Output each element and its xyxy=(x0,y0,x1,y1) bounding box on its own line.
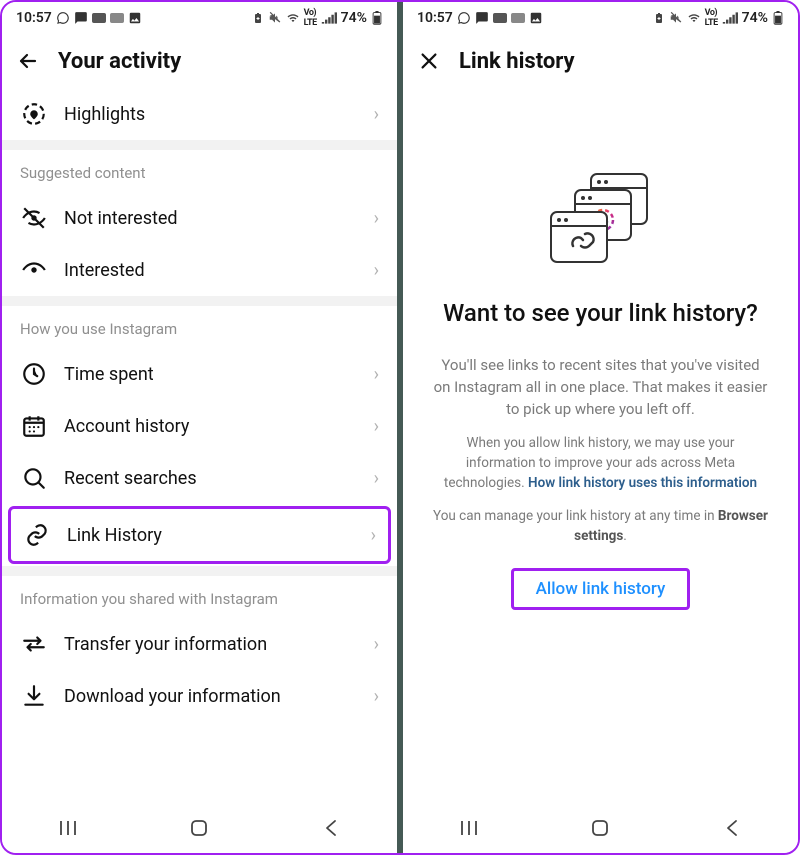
row-time-spent[interactable]: Time spent › xyxy=(2,348,397,400)
row-label: Account history xyxy=(64,416,358,437)
chevron-right-icon: › xyxy=(374,260,379,281)
row-label: Not interested xyxy=(64,208,358,229)
mute-icon xyxy=(268,11,282,25)
download-icon xyxy=(20,682,48,710)
battery-saver-icon xyxy=(653,12,665,24)
status-box-icon xyxy=(92,13,106,23)
chevron-right-icon: › xyxy=(371,525,376,546)
nav-back[interactable] xyxy=(720,816,744,840)
row-download-info[interactable]: Download your information › xyxy=(2,670,397,722)
row-highlights[interactable]: Highlights › xyxy=(2,88,397,140)
highlights-icon xyxy=(20,100,48,128)
chevron-right-icon: › xyxy=(374,634,379,655)
chevron-right-icon: › xyxy=(374,364,379,385)
status-box-icon xyxy=(511,13,525,23)
empty-p3: You can manage your link history at any … xyxy=(433,507,768,546)
close-icon xyxy=(418,50,440,72)
transfer-icon xyxy=(20,630,48,658)
nav-home[interactable] xyxy=(588,816,612,840)
app-header: Your activity xyxy=(2,34,397,88)
empty-p1: You'll see links to recent sites that yo… xyxy=(433,355,768,420)
system-navbar xyxy=(403,803,798,853)
link-history-empty-state: Want to see your link history? You'll se… xyxy=(403,88,798,803)
row-label: Interested xyxy=(64,260,358,281)
link-icon xyxy=(23,521,51,549)
row-not-interested[interactable]: Not interested › xyxy=(2,192,397,244)
row-recent-searches[interactable]: Recent searches › xyxy=(2,452,397,504)
status-time: 10:57 xyxy=(417,10,453,26)
chat-icon xyxy=(475,11,489,25)
wifi-icon xyxy=(687,12,701,24)
nav-recents[interactable] xyxy=(457,816,481,840)
eye-off-icon xyxy=(20,204,48,232)
eye-icon xyxy=(20,256,48,284)
row-label: Highlights xyxy=(64,104,358,125)
chevron-right-icon: › xyxy=(374,208,379,229)
system-navbar xyxy=(2,803,397,853)
row-transfer-info[interactable]: Transfer your information › xyxy=(2,618,397,670)
whatsapp-icon xyxy=(56,11,70,25)
battery-text: 74% xyxy=(341,10,367,26)
page-title: Your activity xyxy=(58,49,181,74)
chevron-right-icon: › xyxy=(374,686,379,707)
screen-your-activity: 10:57 Vo)LTE 74% xyxy=(2,2,397,853)
row-label: Link History xyxy=(67,525,355,546)
battery-text: 74% xyxy=(742,10,768,26)
row-label: Recent searches xyxy=(64,468,358,489)
row-label: Time spent xyxy=(64,364,358,385)
wifi-icon xyxy=(286,12,300,24)
app-header: Link history xyxy=(403,34,798,88)
section-suggested: Suggested content xyxy=(2,150,397,192)
row-label: Download your information xyxy=(64,686,358,707)
section-info-shared: Information you shared with Instagram xyxy=(2,576,397,618)
search-icon xyxy=(20,464,48,492)
image-icon xyxy=(529,11,543,25)
chevron-right-icon: › xyxy=(374,416,379,437)
link-history-illustration xyxy=(541,168,661,268)
row-link-history[interactable]: Link History › xyxy=(11,509,388,561)
close-button[interactable] xyxy=(415,47,443,75)
nav-recents[interactable] xyxy=(56,816,80,840)
battery-icon xyxy=(772,11,784,25)
clock-icon xyxy=(20,360,48,388)
chat-icon xyxy=(74,11,88,25)
row-interested[interactable]: Interested › xyxy=(2,244,397,296)
arrow-left-icon xyxy=(16,49,40,73)
row-label: Transfer your information xyxy=(64,634,358,655)
battery-saver-icon xyxy=(252,12,264,24)
status-bar: 10:57 Vo)LTE 74% xyxy=(2,2,397,34)
highlight-allow: Allow link history xyxy=(511,568,691,610)
volte-icon: Vo)LTE xyxy=(705,8,718,28)
activity-list[interactable]: Highlights › Suggested content Not inter… xyxy=(2,88,397,803)
screen-link-history: 10:57 Vo)LTE 74% xyxy=(403,2,798,853)
chevron-right-icon: › xyxy=(374,104,379,125)
status-box-icon xyxy=(493,13,507,23)
allow-link-history-button[interactable]: Allow link history xyxy=(536,579,666,599)
empty-heading: Want to see your link history? xyxy=(443,298,758,329)
battery-icon xyxy=(371,11,383,25)
nav-back[interactable] xyxy=(319,816,343,840)
status-time: 10:57 xyxy=(16,10,52,26)
section-how-use: How you use Instagram xyxy=(2,306,397,348)
volte-icon: Vo)LTE xyxy=(304,8,317,28)
empty-p2: When you allow link history, we may use … xyxy=(433,434,768,493)
page-title: Link history xyxy=(459,49,575,74)
image-icon xyxy=(128,11,142,25)
how-link-history-link[interactable]: How link history uses this information xyxy=(528,475,757,491)
status-bar: 10:57 Vo)LTE 74% xyxy=(403,2,798,34)
signal-icon xyxy=(722,12,738,24)
calendar-icon xyxy=(20,412,48,440)
mute-icon xyxy=(669,11,683,25)
row-account-history[interactable]: Account history › xyxy=(2,400,397,452)
back-button[interactable] xyxy=(14,47,42,75)
signal-icon xyxy=(321,12,337,24)
nav-home[interactable] xyxy=(187,816,211,840)
whatsapp-icon xyxy=(457,11,471,25)
highlight-link-history: Link History › xyxy=(8,506,391,564)
status-box-icon xyxy=(110,13,124,23)
chevron-right-icon: › xyxy=(374,468,379,489)
